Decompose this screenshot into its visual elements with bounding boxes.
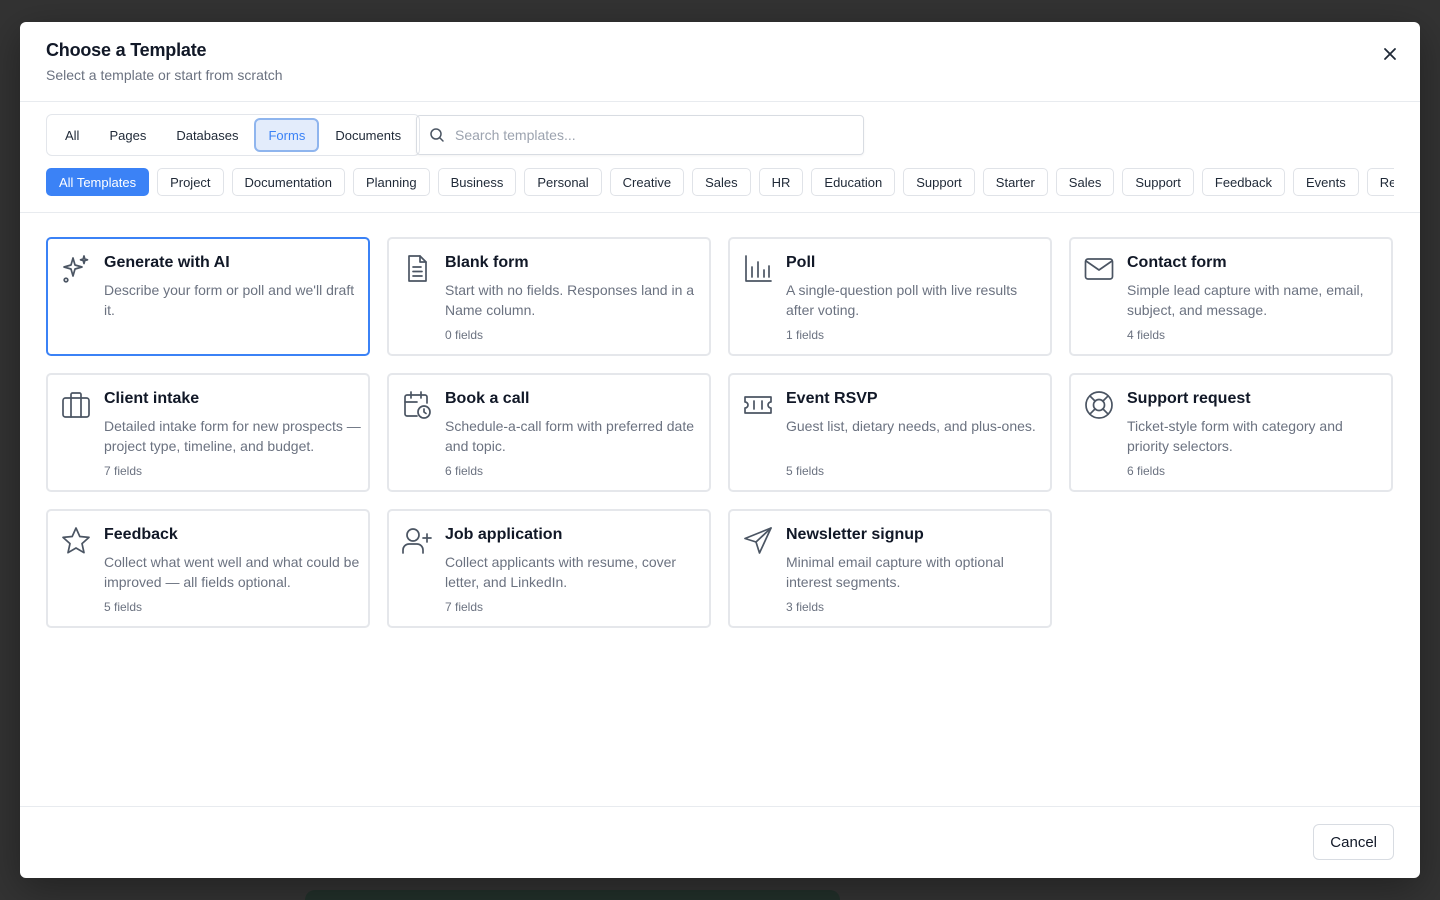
category-chip-events[interactable]: Events (1292, 168, 1359, 196)
ticket-icon (742, 389, 774, 421)
template-field-count: 3 fields (786, 600, 825, 614)
type-tabs: All Pages Databases Forms Documents (46, 114, 421, 156)
tab-pages[interactable]: Pages (95, 118, 160, 152)
template-card-client-intake[interactable]: Client intake Detailed intake form for n… (46, 373, 370, 492)
sparkles-icon (60, 253, 92, 285)
template-card-feedback[interactable]: Feedback Collect what went well and what… (46, 509, 370, 628)
category-chips: All Templates Project Documentation Plan… (46, 168, 1394, 196)
template-modal: Choose a Template Select a template or s… (20, 22, 1420, 878)
template-card-job-application[interactable]: Job application Collect applicants with … (387, 509, 711, 628)
category-chip-feedback[interactable]: Feedback (1201, 168, 1285, 196)
calendar-clock-icon (401, 389, 433, 421)
category-chip-project[interactable]: Project (157, 168, 224, 196)
category-chip-documentation[interactable]: Documentation (231, 168, 345, 196)
template-title: Event RSVP (786, 390, 878, 407)
template-description: Schedule-a-call form with preferred date… (445, 418, 695, 454)
template-title: Poll (786, 254, 816, 271)
category-chip-hr[interactable]: HR (758, 168, 804, 196)
template-grid: Generate with AI Describe your form or p… (46, 237, 1394, 628)
mail-icon (1083, 253, 1115, 285)
filter-toolbar: All Pages Databases Forms Documents All … (20, 102, 1420, 213)
star-icon (60, 525, 92, 557)
cancel-button[interactable]: Cancel (1313, 824, 1394, 860)
template-card-book-a-call[interactable]: Book a call Schedule-a-call form with pr… (387, 373, 711, 492)
backdrop-content (305, 890, 840, 900)
category-chip-all-templates[interactable]: All Templates (46, 168, 150, 196)
template-description: Collect what went well and what could be… (104, 554, 360, 590)
life-buoy-icon (1083, 389, 1115, 421)
template-field-count: 5 fields (786, 464, 825, 478)
category-chip-creative[interactable]: Creative (609, 168, 685, 196)
template-description: Ticket-style form with category and prio… (1127, 418, 1343, 454)
category-chip-starter[interactable]: Starter (982, 168, 1048, 196)
category-chip-support-2[interactable]: Support (1122, 168, 1194, 196)
modal-subtitle: Select a template or start from scratch (46, 67, 283, 83)
template-title: Newsletter signup (786, 526, 924, 543)
template-title: Book a call (445, 390, 530, 407)
template-field-count: 1 fields (786, 328, 825, 342)
close-button[interactable] (1378, 42, 1402, 66)
category-chip-support[interactable]: Support (903, 168, 975, 196)
modal-title: Choose a Template (46, 40, 207, 60)
close-icon (1384, 48, 1396, 60)
template-field-count: 0 fields (445, 328, 484, 342)
template-field-count: 6 fields (1127, 464, 1166, 478)
category-chip-personal[interactable]: Personal (524, 168, 602, 196)
user-plus-icon (401, 525, 433, 557)
category-chip-recruiting[interactable]: Recruiting (1366, 168, 1394, 196)
modal-header: Choose a Template Select a template or s… (20, 22, 1420, 102)
bar-chart-icon (742, 253, 774, 285)
tab-forms[interactable]: Forms (254, 118, 320, 152)
tab-databases[interactable]: Databases (162, 118, 252, 152)
briefcase-icon (60, 389, 92, 421)
template-description: Describe your form or poll and we'll dra… (104, 282, 355, 318)
send-icon (742, 525, 774, 557)
template-description: A single-question poll with live results… (786, 282, 1018, 318)
template-title: Job application (445, 526, 563, 543)
search-input[interactable] (455, 127, 835, 143)
template-card-poll[interactable]: Poll A single-question poll with live re… (728, 237, 1052, 356)
template-title: Generate with AI (104, 254, 230, 271)
template-field-count: 6 fields (445, 464, 484, 478)
template-description: Collect applicants with resume, cover le… (445, 554, 677, 590)
template-field-count: 4 fields (1127, 328, 1166, 342)
template-card-generate-with-ai[interactable]: Generate with AI Describe your form or p… (46, 237, 370, 356)
template-card-support-request[interactable]: Support request Ticket-style form with c… (1069, 373, 1393, 492)
category-chip-education[interactable]: Education (811, 168, 896, 196)
template-card-event-rsvp[interactable]: Event RSVP Guest list, dietary needs, an… (728, 373, 1052, 492)
category-chip-planning[interactable]: Planning (353, 168, 430, 196)
category-chip-sales[interactable]: Sales (692, 168, 751, 196)
tab-all[interactable]: All (51, 118, 93, 152)
template-description: Detailed intake form for new prospects —… (104, 418, 361, 454)
template-card-newsletter-signup[interactable]: Newsletter signup Minimal email capture … (728, 509, 1052, 628)
template-field-count: 5 fields (104, 600, 143, 614)
template-description: Simple lead capture with name, email, su… (1127, 282, 1364, 318)
search-box (416, 115, 864, 155)
template-title: Contact form (1127, 254, 1227, 271)
template-description: Start with no fields. Responses land in … (445, 282, 695, 318)
category-chip-sales-2[interactable]: Sales (1055, 168, 1115, 196)
template-title: Client intake (104, 390, 200, 407)
template-card-contact-form[interactable]: Contact form Simple lead capture with na… (1069, 237, 1393, 356)
template-title: Feedback (104, 526, 178, 543)
template-description: Minimal email capture with optional inte… (786, 554, 1004, 590)
template-description: Guest list, dietary needs, and plus-ones… (786, 418, 1036, 434)
category-chip-business[interactable]: Business (437, 168, 517, 196)
template-field-count: 7 fields (104, 464, 143, 478)
modal-footer: Cancel (20, 806, 1420, 878)
template-title: Blank form (445, 254, 529, 271)
tab-documents[interactable]: Documents (321, 118, 415, 152)
template-card-blank-form[interactable]: Blank form Start with no fields. Respons… (387, 237, 711, 356)
search-icon (430, 128, 444, 142)
template-field-count: 7 fields (445, 600, 484, 614)
file-text-icon (401, 253, 433, 285)
template-title: Support request (1127, 390, 1251, 407)
